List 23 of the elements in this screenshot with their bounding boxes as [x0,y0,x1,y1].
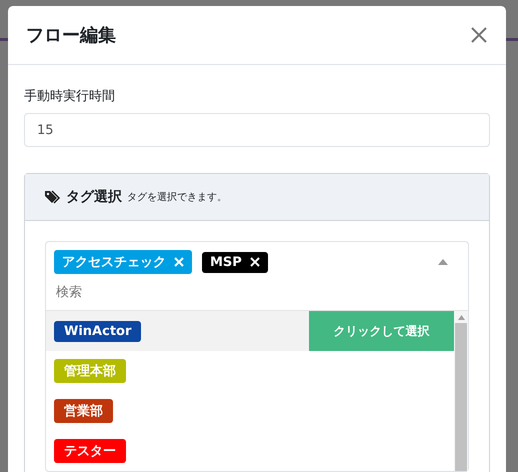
card-hint: タグを選択できます。 [127,191,227,204]
tag-label: 管理本部 [54,359,126,383]
tag-label: アクセスチェック [62,254,166,271]
field-label: 手動時実行時間 [24,88,116,105]
select-hint: クリックして選択 [309,311,454,351]
modal-title: フロー編集 [26,24,116,47]
tag-label: WinActor [54,320,142,342]
tag-label: 営業部 [54,399,113,423]
input-field[interactable]: 15 [24,113,490,147]
close-button[interactable] [470,26,488,44]
card-title: タグ選択 [66,188,122,206]
option-row[interactable]: テスター [46,431,454,471]
tag-label: テスター [54,439,126,463]
scroll-up-icon[interactable] [458,315,464,320]
search-field[interactable]: 検索 [46,274,246,310]
scrollbar[interactable] [454,311,468,471]
remove-icon[interactable] [250,257,260,267]
tags-icon [45,190,61,204]
option-row[interactable]: WinActor クリックして選択 [46,311,454,351]
caret-icon[interactable] [438,259,448,265]
option-row[interactable]: 営業部 [46,391,454,431]
tag-label: MSP [210,254,242,270]
tag-select[interactable]: アクセスチェック MSP 検索 WinActor クリックして選択 管理本部 営業部 テスター [45,241,469,472]
